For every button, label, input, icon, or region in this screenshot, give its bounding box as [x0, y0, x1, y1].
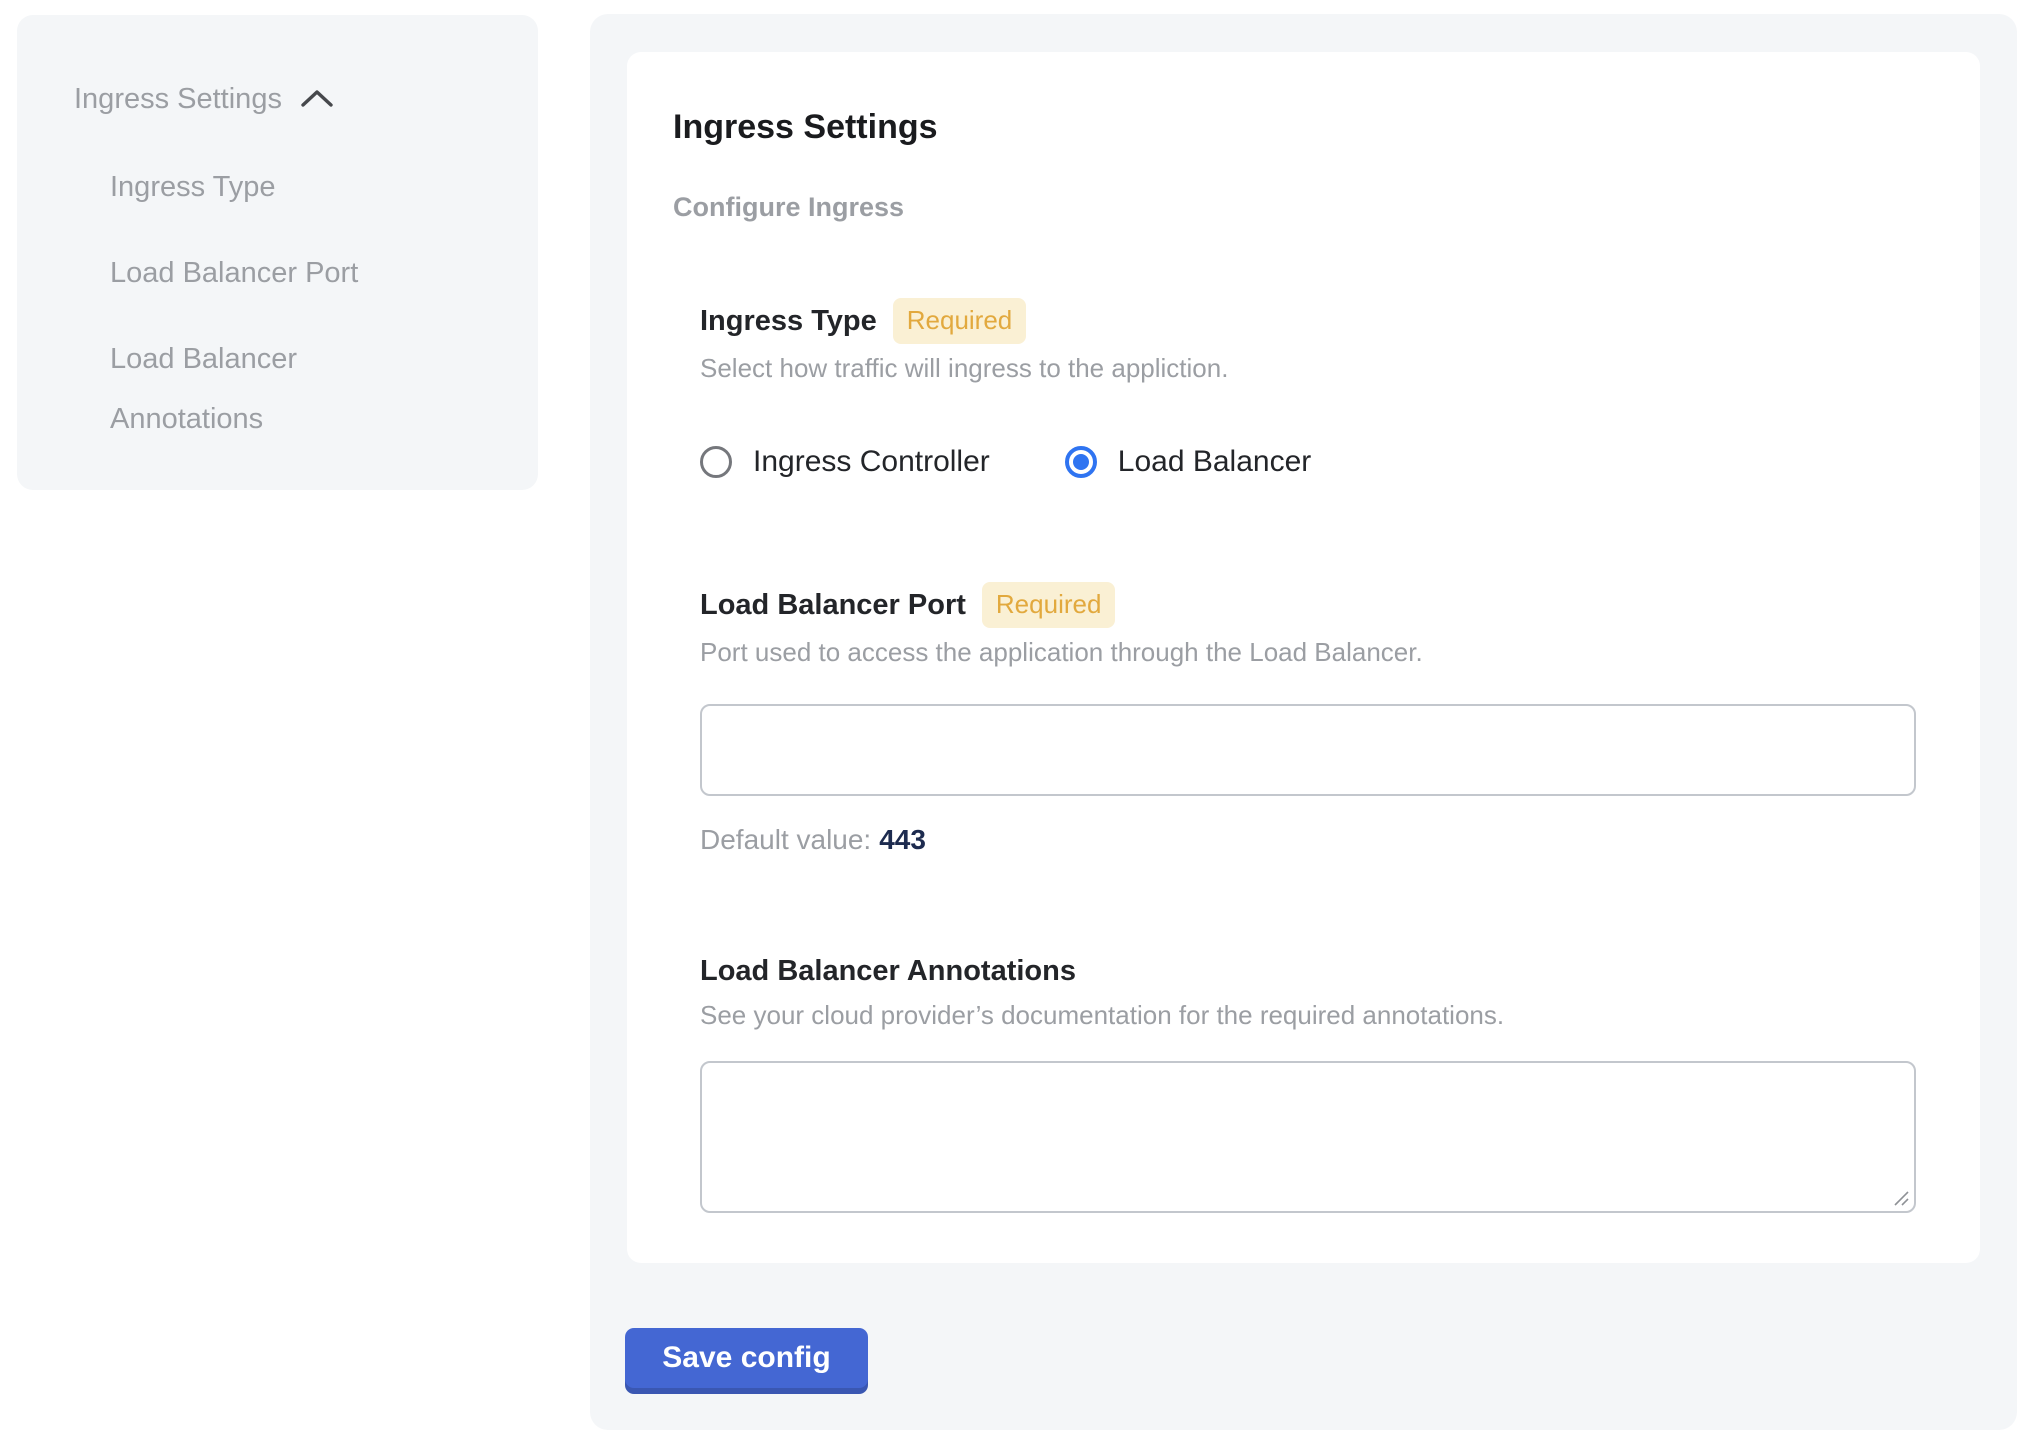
sidebar-item-load-balancer-annotations[interactable]: Load Balancer Annotations — [110, 329, 415, 449]
radio-label: Load Balancer — [1118, 445, 1311, 479]
settings-sidebar: Ingress Settings Ingress Type Load Balan… — [17, 15, 538, 490]
save-config-button[interactable]: Save config — [625, 1328, 868, 1388]
radio-option-load-balancer[interactable]: Load Balancer — [1065, 445, 1311, 479]
resize-handle-icon[interactable] — [1891, 1188, 1911, 1208]
radio-icon[interactable] — [700, 446, 732, 478]
field-label-load-balancer-annotations: Load Balancer Annotations — [700, 951, 1076, 991]
field-description-load-balancer-annotations: See your cloud provider’s documentation … — [700, 997, 1916, 1033]
field-label-load-balancer-port: Load Balancer Port — [700, 585, 966, 625]
sidebar-section-ingress-settings[interactable]: Ingress Settings — [74, 81, 518, 117]
field-load-balancer-port: Load Balancer Port Required Port used to… — [700, 582, 1916, 858]
page-subtitle: Configure Ingress — [673, 189, 1916, 225]
field-description-load-balancer-port: Port used to access the application thro… — [700, 634, 1916, 670]
sidebar-section-label: Ingress Settings — [74, 81, 282, 117]
chevron-up-icon — [300, 88, 334, 110]
page-title: Ingress Settings — [673, 106, 1916, 148]
load-balancer-port-input[interactable] — [700, 704, 1916, 796]
required-badge: Required — [893, 298, 1027, 344]
field-load-balancer-annotations: Load Balancer Annotations See your cloud… — [700, 951, 1916, 1213]
ingress-type-radio-group: Ingress Controller Load Balancer — [700, 445, 1916, 479]
default-value: 443 — [879, 824, 926, 855]
main-panel: Ingress Settings Configure Ingress Ingre… — [590, 14, 2017, 1430]
radio-label: Ingress Controller — [753, 445, 990, 479]
default-value-line: Default value: 443 — [700, 822, 1916, 858]
field-label-ingress-type: Ingress Type — [700, 301, 877, 341]
sidebar-item-list: Ingress Type Load Balancer Port Load Bal… — [110, 157, 415, 449]
field-ingress-type: Ingress Type Required Select how traffic… — [700, 298, 1916, 479]
required-badge: Required — [982, 582, 1116, 628]
radio-icon[interactable] — [1065, 446, 1097, 478]
radio-option-ingress-controller[interactable]: Ingress Controller — [700, 445, 990, 479]
load-balancer-annotations-textarea[interactable] — [700, 1061, 1916, 1213]
ingress-settings-card: Ingress Settings Configure Ingress Ingre… — [627, 52, 1980, 1263]
field-description-ingress-type: Select how traffic will ingress to the a… — [700, 350, 1916, 386]
sidebar-item-load-balancer-port[interactable]: Load Balancer Port — [110, 243, 415, 303]
sidebar-item-ingress-type[interactable]: Ingress Type — [110, 157, 415, 217]
default-value-label: Default value: — [700, 824, 871, 855]
